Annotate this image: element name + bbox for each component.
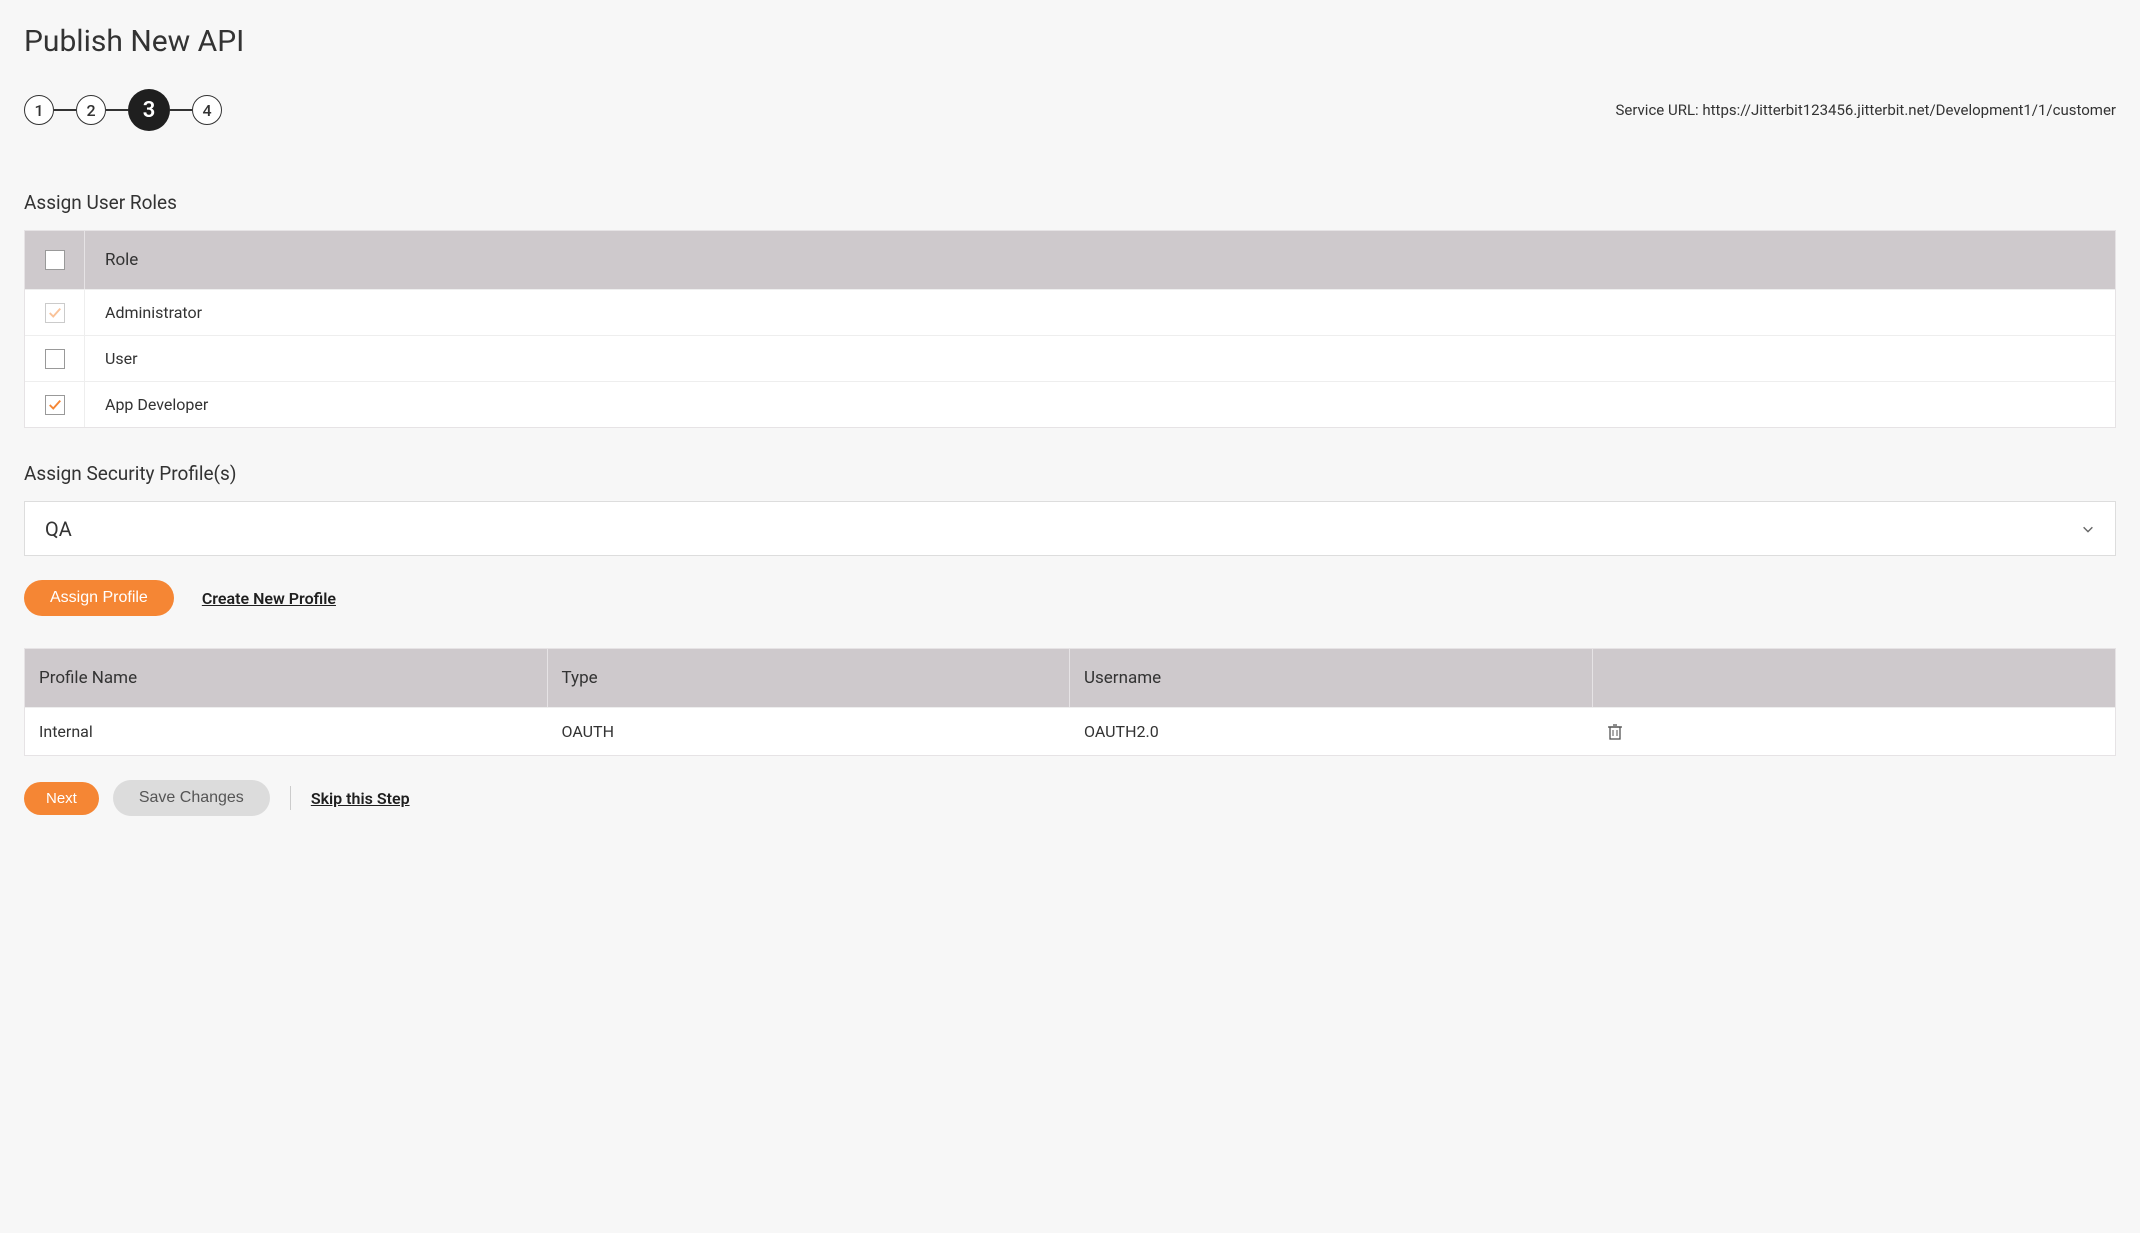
checkmark-icon (48, 398, 62, 412)
step-connector (170, 109, 192, 111)
assign-profile-button[interactable]: Assign Profile (24, 580, 174, 616)
skip-step-link[interactable]: Skip this Step (311, 789, 410, 808)
step-3[interactable]: 3 (128, 89, 170, 131)
roles-heading: Assign User Roles (24, 191, 2116, 214)
security-profile-select[interactable]: QA (24, 501, 2116, 556)
step-connector (54, 109, 76, 111)
roles-table: Role Administrator User App Developer (24, 230, 2116, 428)
profiles-table: Profile Name Type Username Internal OAUT… (24, 648, 2116, 756)
step-4[interactable]: 4 (192, 95, 222, 125)
action-column-header (1593, 649, 2116, 707)
table-row: Internal OAUTH OAUTH2.0 (25, 707, 2115, 755)
profile-type-cell: OAUTH (548, 708, 1071, 755)
type-column-header: Type (548, 649, 1071, 707)
profile-name-cell: Internal (25, 708, 548, 755)
step-2[interactable]: 2 (76, 95, 106, 125)
role-checkbox-user[interactable] (45, 349, 65, 369)
footer-actions: Next Save Changes Skip this Step (24, 780, 2116, 816)
trash-icon[interactable] (1607, 723, 1623, 741)
role-checkbox-app-developer[interactable] (45, 395, 65, 415)
service-url-label: Service URL: (1615, 101, 1702, 119)
role-label: App Developer (85, 395, 208, 414)
profile-username-cell: OAUTH2.0 (1070, 708, 1593, 755)
role-label: Administrator (85, 303, 202, 322)
chevron-down-icon (2081, 522, 2095, 536)
top-row: 1 2 3 4 Service URL: https://Jitterbit12… (24, 89, 2116, 131)
role-column-header: Role (85, 250, 138, 270)
service-url: Service URL: https://Jitterbit123456.jit… (1615, 101, 2116, 119)
next-button[interactable]: Next (24, 782, 99, 815)
save-changes-button[interactable]: Save Changes (113, 780, 270, 816)
select-value: QA (45, 517, 72, 541)
table-row: User (25, 335, 2115, 381)
create-new-profile-link[interactable]: Create New Profile (202, 589, 336, 608)
stepper: 1 2 3 4 (24, 89, 222, 131)
role-checkbox-administrator[interactable] (45, 303, 65, 323)
table-row: Administrator (25, 289, 2115, 335)
service-url-value: https://Jitterbit123456.jitterbit.net/De… (1702, 101, 2116, 119)
profiles-table-header: Profile Name Type Username (25, 649, 2115, 707)
page-title: Publish New API (24, 24, 2116, 59)
username-column-header: Username (1070, 649, 1593, 707)
step-connector (106, 109, 128, 111)
divider (290, 786, 291, 810)
step-1[interactable]: 1 (24, 95, 54, 125)
table-row: App Developer (25, 381, 2115, 427)
role-label: User (85, 349, 138, 368)
checkmark-icon (48, 306, 62, 320)
profile-actions: Assign Profile Create New Profile (24, 580, 2116, 616)
profiles-heading: Assign Security Profile(s) (24, 462, 2116, 485)
profile-name-column-header: Profile Name (25, 649, 548, 707)
roles-table-header: Role (25, 231, 2115, 289)
select-all-checkbox[interactable] (45, 250, 65, 270)
